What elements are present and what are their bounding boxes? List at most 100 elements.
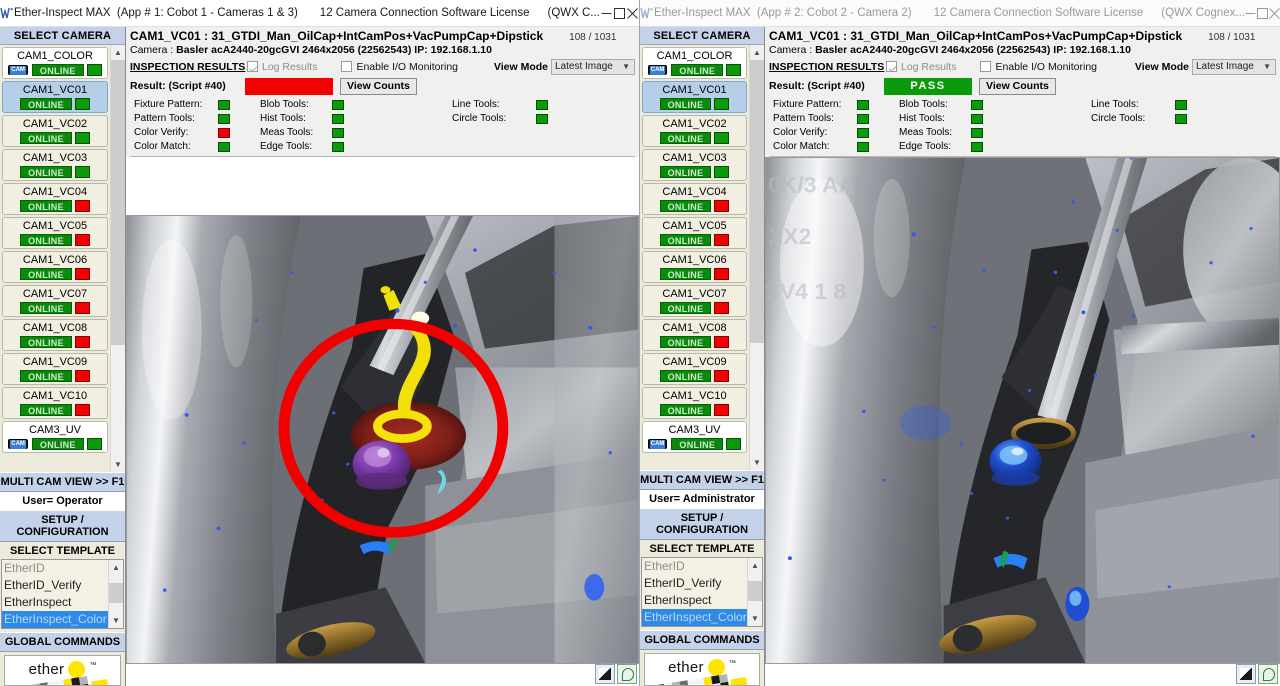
camera-list-item[interactable]: CAM1_COLOR CAM ONLINE — [642, 47, 747, 79]
maximize-icon[interactable] — [1257, 0, 1269, 26]
scroll-up-icon[interactable]: ▲ — [111, 45, 125, 60]
template-list-scrollbar[interactable]: ▲ ▼ — [747, 558, 762, 626]
camera-list[interactable]: CAM1_COLOR CAM ONLINE CAM1_VC01 ONLINE CAM1_V… — [640, 45, 749, 470]
camera-list-item[interactable]: CAM1_VC02 ONLINE — [2, 115, 108, 147]
scrollbar-track[interactable] — [111, 60, 125, 457]
camera-list-scrollbar[interactable]: ▲ ▼ — [749, 45, 764, 470]
scroll-up-icon[interactable]: ▲ — [748, 558, 762, 573]
inspection-photo[interactable] — [127, 216, 638, 663]
camera-list-item[interactable]: CAM1_VC08 ONLINE — [2, 319, 108, 351]
global-commands-button[interactable]: GLOBAL COMMANDS — [0, 632, 125, 652]
camera-list-item[interactable]: CAM1_VC05 ONLINE — [642, 217, 747, 249]
camera-list-item[interactable]: CAM1_VC10 ONLINE — [642, 387, 747, 419]
camera-list-item[interactable]: CAM1_VC03 ONLINE — [2, 149, 108, 181]
tool-status-grid: Fixture Pattern: Pattern Tools: Color Veri… — [769, 98, 1276, 153]
camera-list-item[interactable]: CAM1_VC02 ONLINE — [642, 115, 747, 147]
template-list-scrollbar[interactable]: ▲ ▼ — [108, 560, 123, 628]
camera-list-item[interactable]: CAM1_VC10 ONLINE — [2, 387, 108, 419]
chevron-down-icon[interactable]: ▼ — [622, 62, 630, 71]
logo-wordmark: ether ™ — [5, 656, 120, 678]
image-view-tools[interactable] — [1236, 664, 1278, 684]
scroll-down-icon[interactable]: ▼ — [748, 611, 762, 626]
camera-list-item[interactable]: CAM1_VC07 ONLINE — [642, 285, 747, 317]
camera-list-item[interactable]: CAM1_VC01 ONLINE — [642, 81, 747, 113]
setup-configuration-button[interactable]: SETUP / CONFIGURATION — [640, 508, 764, 540]
multi-cam-view-button[interactable]: MULTI CAM VIEW >> F1 — [0, 472, 125, 492]
scroll-up-icon[interactable]: ▲ — [109, 560, 123, 575]
scrollbar-thumb[interactable] — [109, 583, 123, 603]
template-list-item[interactable]: EtherInspect_Color — [642, 609, 747, 626]
log-results-checkbox[interactable]: Log Results — [886, 61, 956, 73]
camera-list-item[interactable]: CAM1_VC06 ONLINE — [2, 251, 108, 283]
close-icon[interactable] — [1268, 0, 1280, 26]
minimize-icon[interactable] — [1245, 0, 1257, 26]
multi-cam-view-button[interactable]: MULTI CAM VIEW >> F1 — [640, 470, 764, 490]
maximize-icon[interactable] — [613, 0, 626, 26]
view-counts-button[interactable]: View Counts — [340, 77, 417, 95]
zoom-region-icon[interactable] — [617, 664, 637, 684]
chevron-down-icon[interactable]: ▼ — [1263, 62, 1271, 71]
camera-list-item[interactable]: CAM1_VC08 ONLINE — [642, 319, 747, 351]
camera-list-item[interactable]: CAM1_VC01 ONLINE — [2, 81, 108, 113]
scroll-down-icon[interactable]: ▼ — [109, 613, 123, 628]
scrollbar-thumb[interactable] — [748, 581, 762, 601]
camera-image-viewport[interactable] — [126, 215, 639, 664]
scrollbar-track[interactable] — [750, 60, 764, 455]
camera-list-item[interactable]: CAM1_VC04 ONLINE — [642, 183, 747, 215]
enable-io-monitoring-checkbox[interactable]: Enable I/O Monitoring — [980, 61, 1097, 73]
view-mode-select[interactable]: Latest Image ▼ — [551, 58, 635, 75]
scroll-down-icon[interactable]: ▼ — [111, 457, 125, 472]
setup-configuration-button[interactable]: SETUP / CONFIGURATION — [0, 510, 125, 542]
titlebar-app2[interactable]: Ether-Inspect MAX (App # 2: Cobot 2 - Ca… — [640, 0, 1280, 27]
scrollbar-thumb[interactable] — [111, 60, 125, 345]
fit-image-icon[interactable] — [1236, 664, 1256, 684]
view-counts-button[interactable]: View Counts — [979, 77, 1056, 95]
global-commands-button[interactable]: GLOBAL COMMANDS — [640, 630, 764, 650]
template-list[interactable]: EtherID EtherID_Verify EtherInspect EtherIn… — [2, 560, 108, 628]
enable-io-monitoring-checkbox[interactable]: Enable I/O Monitoring — [341, 61, 458, 73]
titlebar-app1[interactable]: Ether-Inspect MAX (App # 1: Cobot 1 - Ca… — [0, 0, 639, 27]
template-list-item[interactable]: EtherID — [2, 560, 108, 577]
scroll-up-icon[interactable]: ▲ — [750, 45, 764, 60]
template-list-item[interactable]: EtherID — [642, 558, 747, 575]
camera-list-item[interactable]: CAM1_VC03 ONLINE — [642, 149, 747, 181]
zoom-region-icon[interactable] — [1258, 664, 1278, 684]
template-list-item[interactable]: EtherID_Verify — [642, 575, 747, 592]
camera-image-viewport[interactable]: 0K/3 AA XX2 GV4 1 8 — [765, 157, 1280, 664]
template-list-item[interactable]: EtherID_Verify — [2, 577, 108, 594]
camera-status-row: ONLINE — [645, 199, 744, 213]
camera-list-item[interactable]: CAM1_VC05 ONLINE — [2, 217, 108, 249]
scroll-down-icon[interactable]: ▼ — [750, 455, 764, 470]
camera-list-item[interactable]: CAM1_VC07 ONLINE — [2, 285, 108, 317]
camera-list[interactable]: CAM1_COLOR CAM ONLINE CAM1_VC01 ONLINE CAM1_V… — [0, 45, 110, 472]
scrollbar-track[interactable] — [109, 575, 123, 613]
camera-list-item[interactable]: CAM1_COLOR CAM ONLINE — [2, 47, 108, 79]
camera-list-scrollbar[interactable]: ▲ ▼ — [110, 45, 125, 472]
tool-name: Color Verify: — [134, 127, 189, 138]
camera-list-item[interactable]: CAM1_VC06 ONLINE — [642, 251, 747, 283]
checkbox-icon[interactable] — [980, 61, 992, 72]
scrollbar-track[interactable] — [748, 573, 762, 611]
checkbox-icon[interactable] — [247, 61, 258, 72]
checkbox-icon[interactable] — [341, 61, 353, 72]
minimize-icon[interactable] — [600, 0, 613, 26]
tool-column-2: Blob Tools: Hist Tools: Meas Tools: Edge To… — [260, 98, 452, 153]
image-view-tools[interactable] — [595, 664, 637, 684]
camera-list-item[interactable]: CAM1_VC09 ONLINE — [642, 353, 747, 385]
camera-list-item[interactable]: CAM1_VC09 ONLINE — [2, 353, 108, 385]
template-list[interactable]: EtherID EtherID_Verify EtherInspect EtherIn… — [642, 558, 747, 626]
template-list-item[interactable]: EtherInspect — [642, 592, 747, 609]
camera-list-item[interactable]: CAM3_UV CAM ONLINE — [642, 421, 747, 453]
fit-image-icon[interactable] — [595, 664, 615, 684]
camera-list-item[interactable]: CAM3_UV CAM ONLINE — [2, 421, 108, 453]
close-icon[interactable] — [626, 0, 639, 26]
log-results-checkbox[interactable]: Log Results — [247, 61, 317, 73]
template-list-item[interactable]: EtherInspect — [2, 594, 108, 611]
inspection-photo[interactable]: 0K/3 AA XX2 GV4 1 8 — [766, 158, 1279, 663]
scrollbar-thumb[interactable] — [750, 60, 764, 343]
camera-list-item[interactable]: CAM1_VC04 ONLINE — [2, 183, 108, 215]
checkbox-icon[interactable] — [886, 61, 897, 72]
tool-status-row: Circle Tools: — [452, 112, 548, 125]
template-list-item[interactable]: EtherInspect_Color — [2, 611, 108, 628]
view-mode-select[interactable]: Latest Image ▼ — [1192, 58, 1276, 75]
